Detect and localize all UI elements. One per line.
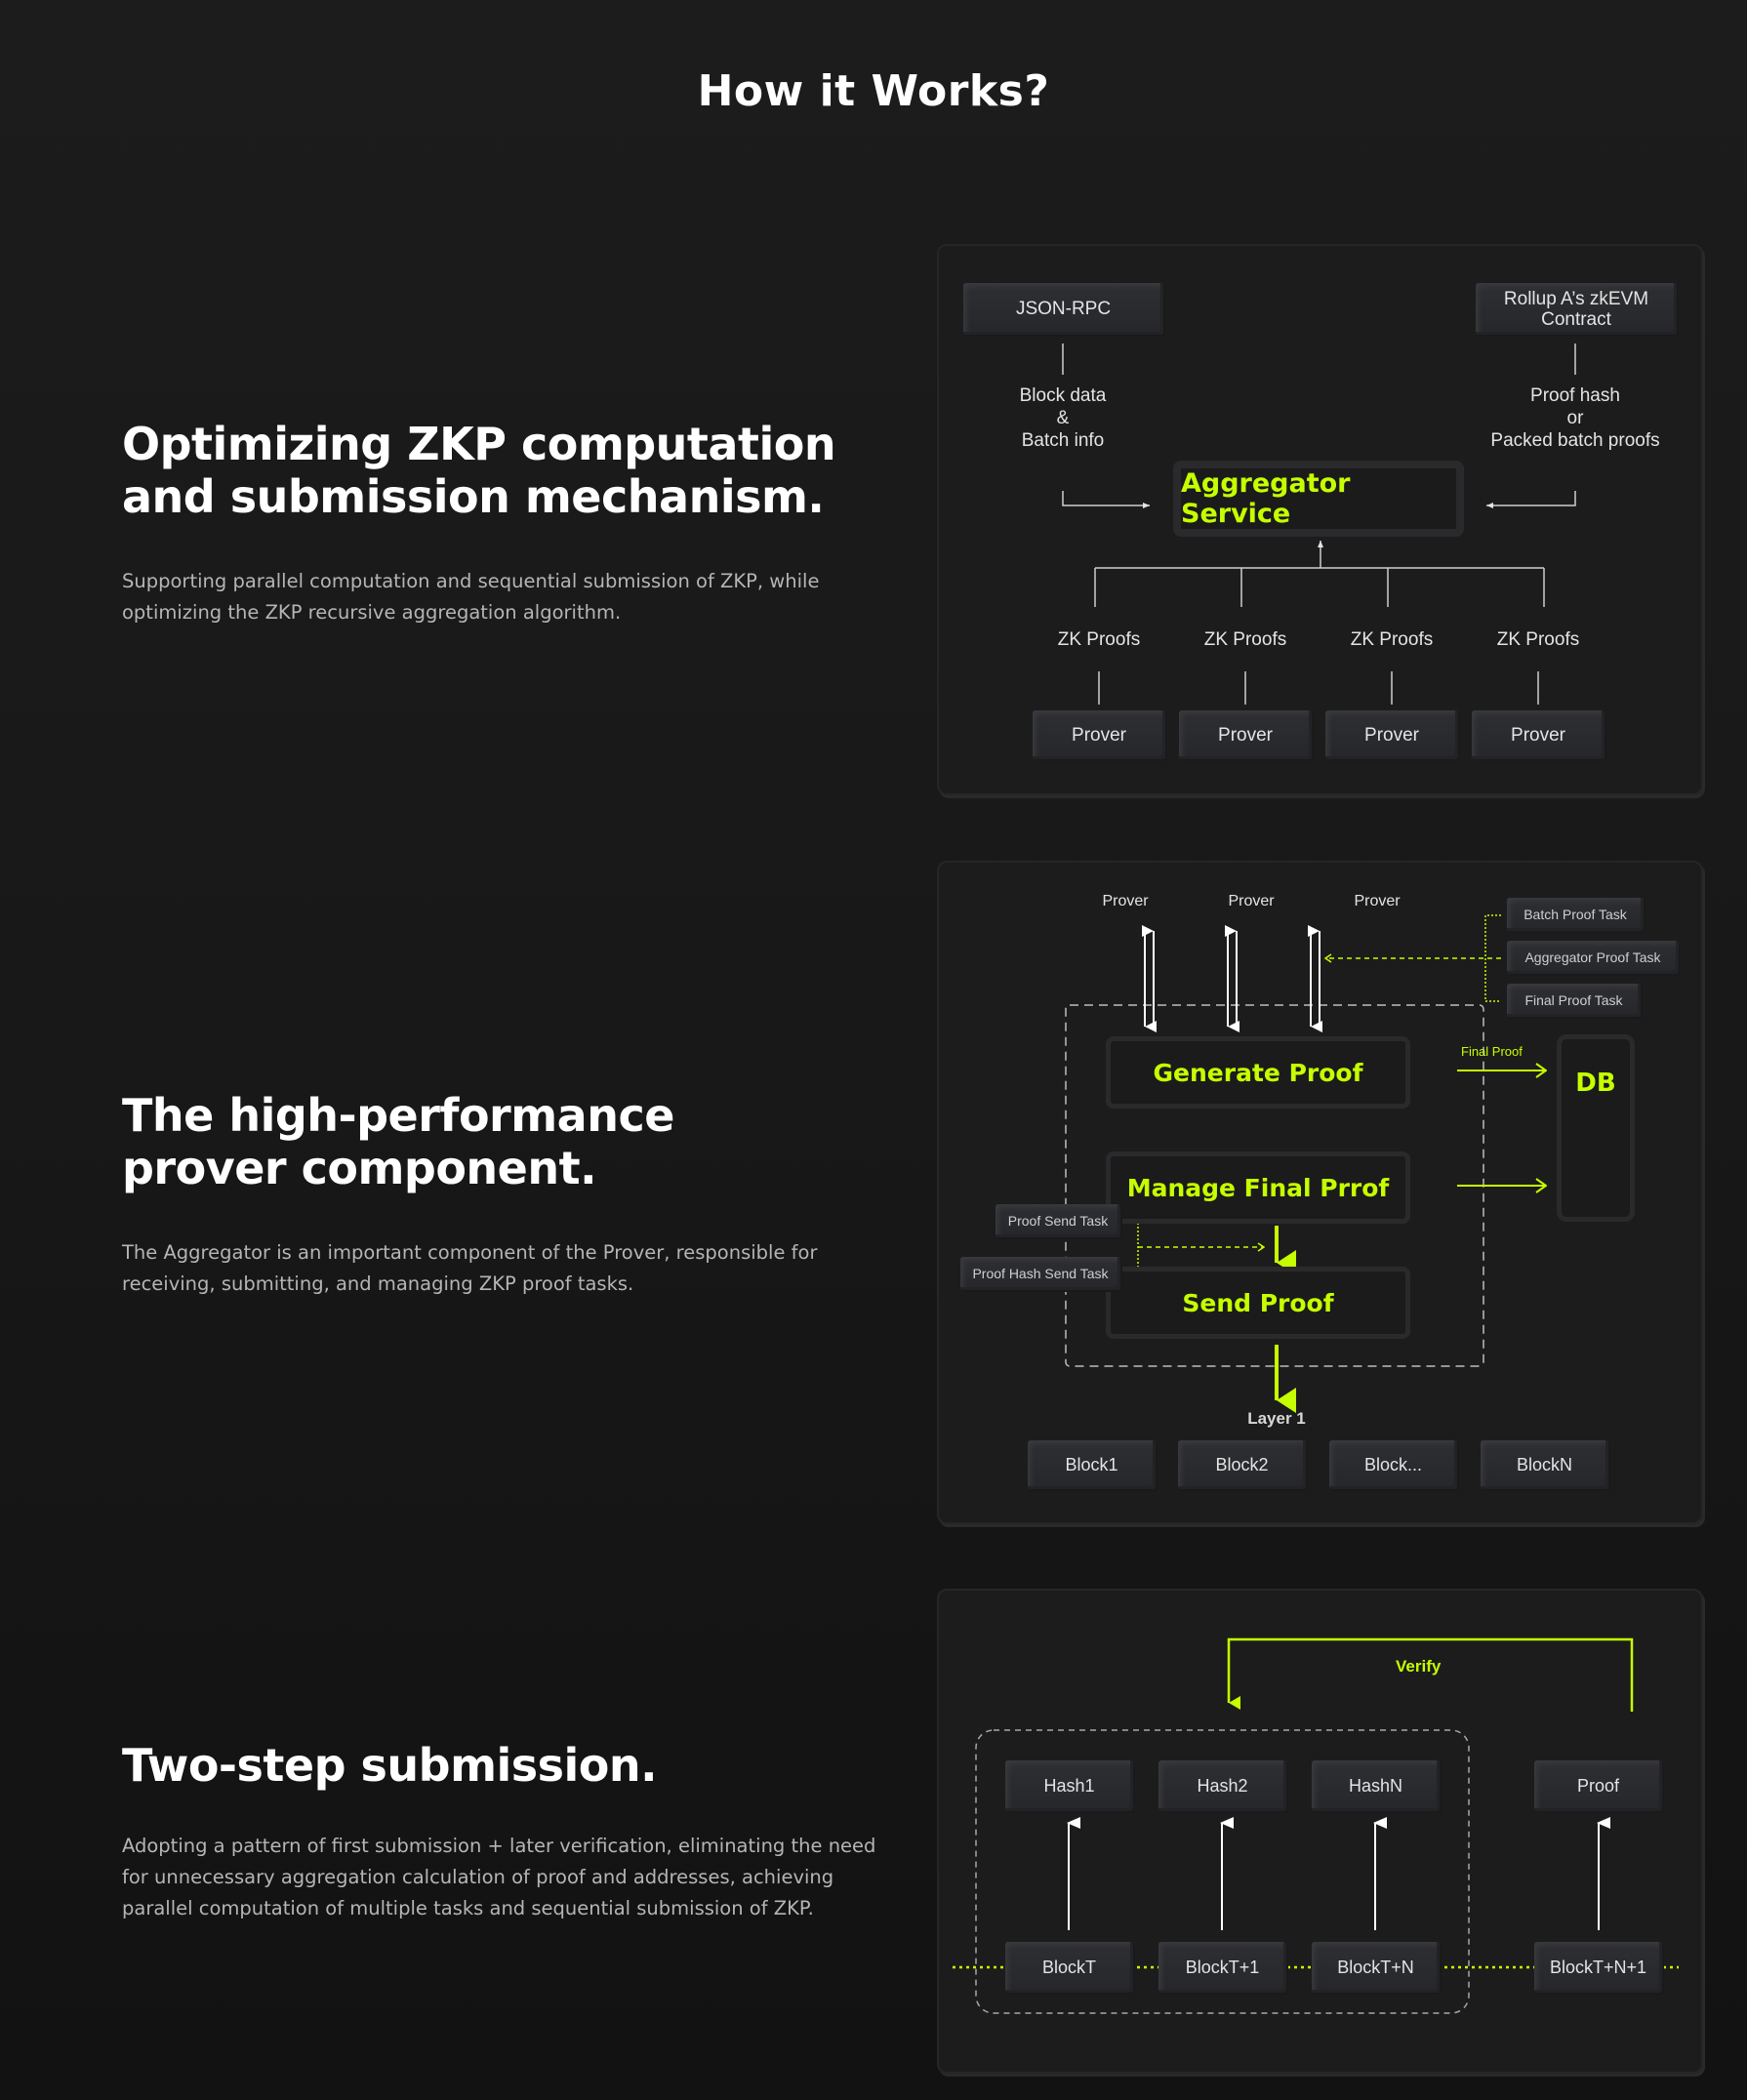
two-step-submission-diagram: Verify Hash1 Hash2 HashN Proof BlockT Bl… [937,1589,1703,2074]
prover-label: Prover [1102,893,1149,909]
block-node: BlockT+N [1312,1942,1440,1993]
page-title: How it Works? [697,66,1050,116]
block-node: BlockT+1 [1158,1942,1286,1993]
block-node: BlockT+N+1 [1534,1942,1662,1993]
db-label: DB [1575,1069,1616,1098]
label-line: Packed batch proofs [1490,430,1660,451]
aggregator-proof-task-node: Aggregator Proof Task [1507,941,1679,974]
final-proof-label: Final Proof [1461,1044,1523,1059]
feature-prover-component: The high-performance prover component. T… [122,1089,883,1300]
final-proof-task-node: Final Proof Task [1507,984,1641,1017]
diagram-connectors [953,1637,1679,2014]
manage-final-proof-node: Manage Final Prrof [1106,1151,1410,1224]
zk-proofs-label: ZK Proofs [1496,629,1580,650]
feature-heading: Two-step submission. [122,1739,658,1792]
zk-proofs-label: ZK Proofs [1350,629,1434,650]
proof-node: Proof [1534,1760,1662,1811]
prover-label: Prover [1228,893,1275,909]
block-node: Block... [1329,1440,1457,1489]
label-line: Batch info [1021,430,1105,451]
arrow-to-aggregator-right [1486,491,1576,508]
zkevm-contract-node: Rollup A’s zkEVM Contract [1476,283,1677,335]
feature-heading: Optimizing ZKP computation and submissio… [122,418,836,523]
proof-send-task-node: Proof Send Task [995,1204,1120,1237]
label-line: or [1566,408,1584,428]
prover-label: Prover [1354,893,1401,909]
db-extension [1557,1214,1635,1220]
block-node: BlockT [1005,1942,1133,1993]
feature-description: The Aggregator is an important component… [122,1241,818,1295]
proof-hash-send-task-node: Proof Hash Send Task [960,1257,1120,1290]
aggregator-service-diagram: JSON-RPC Rollup A’s zkEVM Contract Block… [937,244,1703,795]
label-line: & [1056,408,1070,428]
json-rpc-node: JSON-RPC [963,283,1163,335]
block-node: BlockN [1481,1440,1608,1489]
prover-node: Prover [1179,710,1312,759]
label-line: Proof hash [1530,385,1620,406]
hash-node: Hash2 [1158,1760,1286,1811]
prover-arrow-pair [1225,925,1239,1032]
prover-component-diagram: Prover Prover Prover Batch Proof Task Ag… [937,861,1703,1524]
block-data-label: Block data & Batch info [995,384,1131,452]
zk-proofs-label: ZK Proofs [1057,629,1141,650]
prover-node: Prover [1033,710,1165,759]
layer-1-label: Layer 1 [1247,1409,1306,1428]
proof-hash-label: Proof hash or Packed batch proofs [1468,384,1683,452]
label-line: Block data [1019,385,1107,406]
feature-two-step-submission: Two-step submission. Adopting a pattern … [122,1739,883,1924]
feature-optimizing-zkp: Optimizing ZKP computation and submissio… [122,418,883,628]
generate-proof-node: Generate Proof [1106,1036,1410,1109]
block-node: Block2 [1178,1440,1306,1489]
arrow-to-aggregator-left [1062,491,1150,508]
send-proof-node: Send Proof [1106,1267,1410,1339]
zk-proofs-label: ZK Proofs [1203,629,1287,650]
prover-node: Prover [1472,710,1605,759]
block-node: Block1 [1028,1440,1156,1489]
prover-arrow-pair [1142,925,1157,1032]
feature-description: Adopting a pattern of first submission +… [122,1835,876,1919]
db-node: DB [1557,1034,1635,1222]
feature-heading: The high-performance prover component. [122,1089,674,1194]
feature-description: Supporting parallel computation and sequ… [122,570,820,624]
aggregator-service-node: Aggregator Service [1173,461,1464,537]
hash-node: HashN [1312,1760,1440,1811]
prover-node: Prover [1325,710,1458,759]
prover-arrow-pair [1308,925,1322,1032]
hash-node: Hash1 [1005,1760,1133,1811]
batch-proof-task-node: Batch Proof Task [1507,898,1644,931]
verify-label: Verify [1396,1657,1442,1676]
